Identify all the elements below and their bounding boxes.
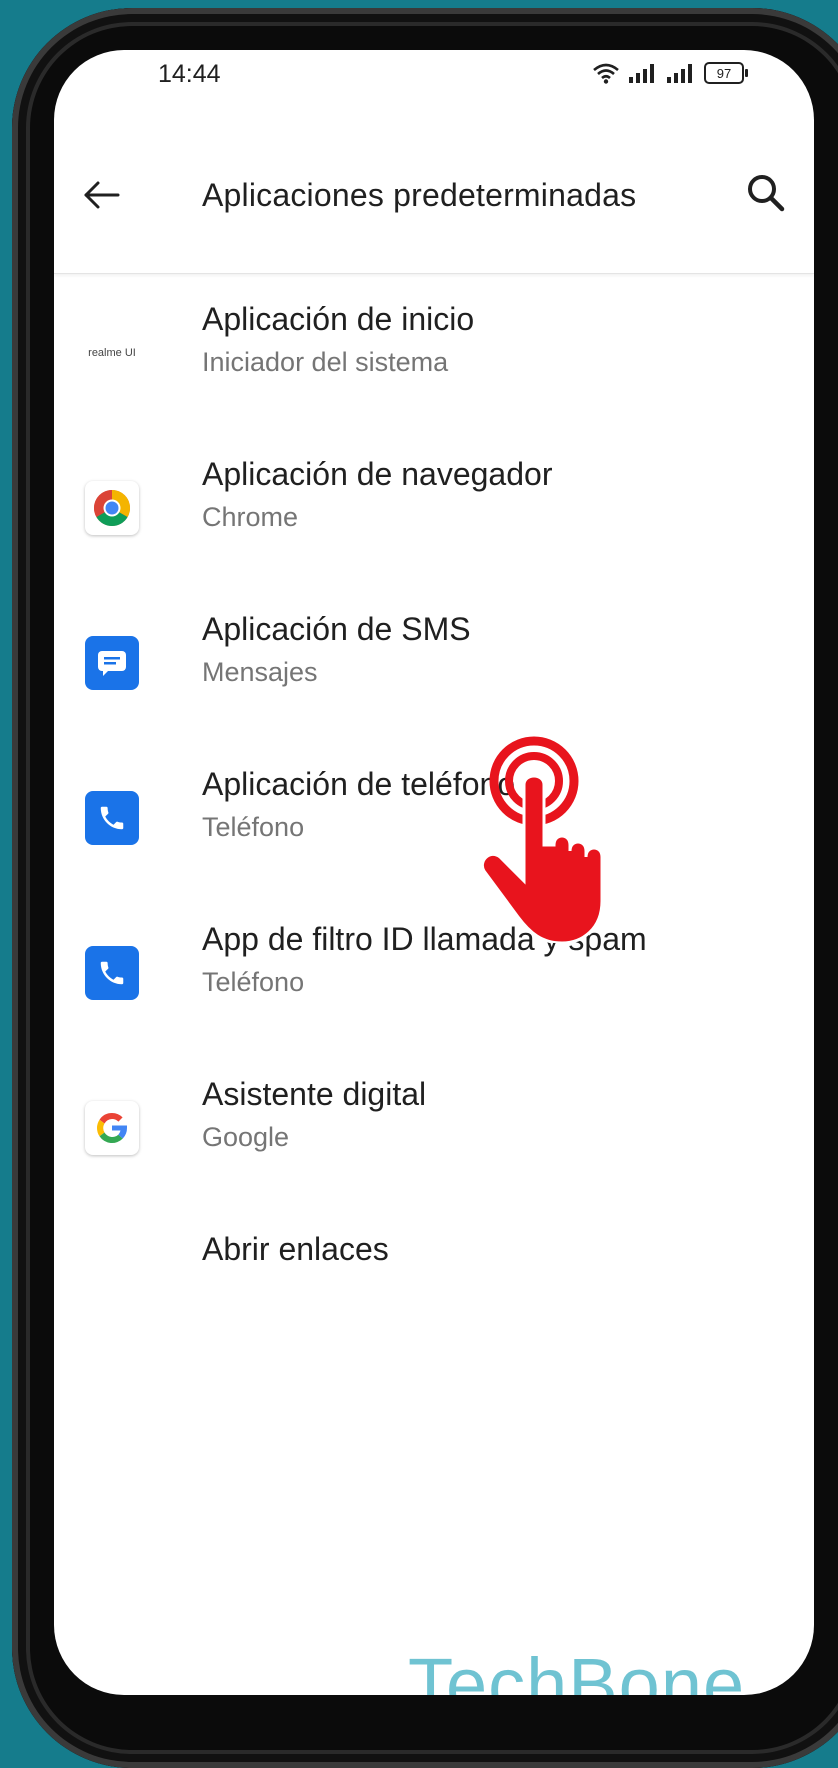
- phone-icon: [85, 791, 139, 845]
- list-item-spam-filter-app[interactable]: App de filtro ID llamada y spam Teléfono: [54, 903, 814, 1058]
- list-item-sms-app[interactable]: Aplicación de SMS Mensajes: [54, 593, 814, 748]
- arrow-back-icon: [84, 181, 120, 209]
- list-item-phone-app[interactable]: Aplicación de teléfono Teléfono: [54, 748, 814, 903]
- list-item-title: Aplicación de navegador: [202, 456, 553, 492]
- phone-screen: 14:44 97 Aplicaciones predeterminadas re…: [54, 50, 814, 1695]
- signal-icon: [629, 64, 654, 83]
- list-item-subtitle: Teléfono: [202, 967, 305, 997]
- battery-icon: 97: [704, 62, 748, 84]
- list-item-subtitle: Iniciador del sistema: [202, 347, 449, 377]
- list-item-title: Asistente digital: [202, 1076, 427, 1112]
- signal-icon: [667, 64, 692, 83]
- techbone-watermark: TechBone: [408, 1643, 746, 1695]
- list-item-subtitle: Chrome: [202, 502, 299, 532]
- list-item-digital-assistant[interactable]: Asistente digital Google: [54, 1058, 814, 1213]
- list-item-title: Abrir enlaces: [202, 1231, 389, 1267]
- wifi-icon: [593, 63, 619, 84]
- status-bar: 14:44 97: [54, 50, 814, 130]
- battery-level: 97: [716, 65, 732, 81]
- list-item-title: Aplicación de inicio: [202, 301, 475, 337]
- list-item-subtitle: Mensajes: [202, 657, 318, 687]
- list-item-open-links[interactable]: Abrir enlaces: [54, 1213, 814, 1368]
- realme-logo: realme UI: [88, 346, 136, 359]
- list-item-subtitle: Teléfono: [202, 812, 305, 842]
- phone-icon: [85, 946, 139, 1000]
- list-item-title: Aplicación de SMS: [202, 611, 471, 647]
- tap-hand-icon: [481, 736, 604, 943]
- list-item-title: Aplicación de teléfono: [202, 766, 516, 802]
- app-bar: Aplicaciones predeterminadas: [54, 125, 814, 274]
- status-icons: 97: [592, 62, 748, 84]
- messages-icon: [85, 636, 139, 690]
- back-button[interactable]: [80, 173, 124, 217]
- list-item-home-app[interactable]: realme UI Aplicación de inicio Iniciador…: [54, 283, 814, 438]
- page-title: Aplicaciones predeterminadas: [202, 177, 637, 213]
- list-item-browser-app[interactable]: Aplicación de navegador Chrome: [54, 438, 814, 593]
- status-time: 14:44: [158, 60, 221, 88]
- default-apps-list: realme UI Aplicación de inicio Iniciador…: [54, 283, 814, 1368]
- chrome-icon: [85, 481, 139, 535]
- list-item-subtitle: Google: [202, 1122, 290, 1152]
- search-icon: [748, 175, 785, 212]
- google-icon: [85, 1101, 139, 1155]
- realme-ui-icon: realme UI: [85, 326, 139, 380]
- search-button[interactable]: [742, 169, 790, 217]
